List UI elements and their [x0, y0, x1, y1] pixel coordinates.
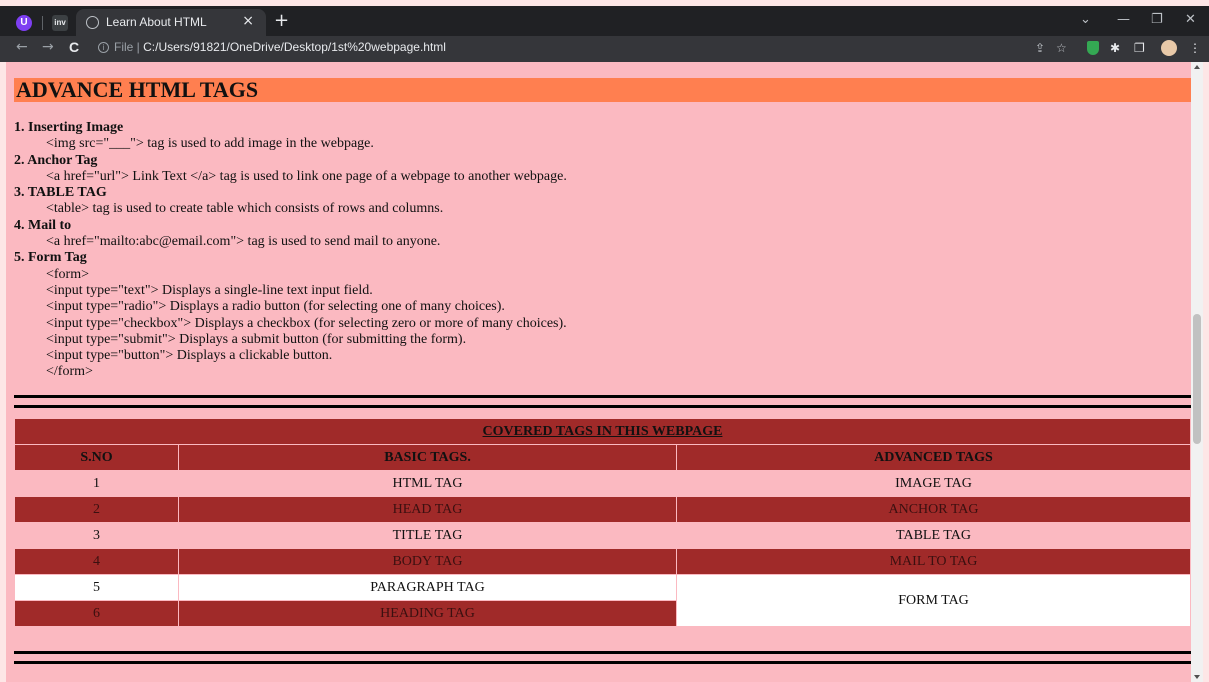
- divider-top-2: [14, 651, 1191, 654]
- divider-bottom: [14, 405, 1191, 408]
- close-window-button[interactable]: ✕: [1185, 12, 1196, 27]
- cell-basic: BODY TAG: [178, 548, 677, 575]
- shield-extension-icon[interactable]: [1087, 41, 1099, 55]
- share-icon[interactable]: ⇪: [1035, 41, 1045, 55]
- cell-sno: 2: [14, 496, 179, 523]
- page-heading: ADVANCE HTML TAGS: [14, 78, 1191, 102]
- table-caption: COVERED TAGS IN THIS WEBPAGE: [14, 418, 1191, 445]
- list-item-description: <input type="button"> Displays a clickab…: [46, 348, 333, 364]
- list-item-title: 4. Mail to: [14, 217, 72, 233]
- bookmark-star-icon[interactable]: ☆: [1056, 41, 1067, 55]
- list-item-description: <input type="checkbox"> Displays a check…: [46, 315, 567, 331]
- table-row: 3 TITLE TAG TABLE TAG: [14, 522, 1191, 549]
- scroll-down-arrow-icon[interactable]: [1194, 675, 1200, 679]
- info-icon[interactable]: i: [98, 42, 109, 53]
- extension-u-icon[interactable]: U: [16, 15, 32, 31]
- list-item-description: <form>: [46, 266, 90, 282]
- new-tab-button[interactable]: +: [274, 12, 289, 30]
- scroll-up-arrow-icon[interactable]: [1194, 65, 1200, 69]
- tab-active[interactable]: Learn About HTML ×: [76, 9, 266, 36]
- covered-tags-table: COVERED TAGS IN THIS WEBPAGE S.NO BASIC …: [14, 418, 1191, 627]
- globe-icon: [86, 16, 99, 29]
- url-scheme-label: File |: [114, 40, 144, 54]
- list-item-title: 1. Inserting Image: [14, 120, 124, 135]
- cell-sno: 1: [14, 470, 179, 497]
- cell-advanced: ANCHOR TAG: [676, 496, 1191, 523]
- list-item-description: <a href="url"> Link Text </a> tag is use…: [46, 168, 567, 184]
- list-item-description: <input type="submit"> Displays a submit …: [46, 331, 467, 347]
- column-header-basic: BASIC TAGS.: [178, 444, 677, 471]
- divider-top: [14, 395, 1191, 398]
- column-header-sno: S.NO: [14, 444, 179, 471]
- cell-sno: 6: [14, 600, 179, 627]
- cell-basic: HTML TAG: [178, 470, 677, 497]
- cell-basic: HEAD TAG: [178, 496, 677, 523]
- table-row: 2 HEAD TAG ANCHOR TAG: [14, 496, 1191, 523]
- reload-button[interactable]: C: [69, 39, 79, 55]
- list-item-description: <input type="radio"> Displays a radio bu…: [46, 299, 505, 315]
- tab-close-icon[interactable]: ×: [242, 13, 254, 29]
- web-page: ADVANCE HTML TAGS 1. Inserting Image <img…: [0, 62, 1209, 682]
- tab-separator: [42, 16, 43, 30]
- tab-search-chevron-icon[interactable]: ⌄: [1080, 12, 1091, 27]
- cell-basic: PARAGRAPH TAG: [178, 574, 677, 601]
- cell-advanced: FORM TAG: [676, 574, 1191, 627]
- profile-avatar[interactable]: [1161, 40, 1177, 56]
- list-item-title: 3. TABLE TAG: [14, 185, 107, 201]
- restore-button[interactable]: ❐: [1151, 12, 1163, 27]
- column-header-advanced: ADVANCED TAGS: [676, 444, 1191, 471]
- forward-button[interactable]: →: [42, 39, 54, 55]
- list-item-description: <table> tag is used to create table whic…: [46, 201, 444, 217]
- back-button[interactable]: ←: [16, 39, 28, 55]
- tab-title: Learn About HTML: [106, 15, 207, 29]
- list-item-title: 5. Form Tag: [14, 250, 87, 266]
- menu-kebab-icon[interactable]: ⋮: [1189, 41, 1201, 55]
- list-item-title: 2. Anchor Tag: [14, 152, 98, 168]
- url-text[interactable]: File | C:/Users/91821/OneDrive/Desktop/1…: [114, 40, 446, 54]
- table-row: 1 HTML TAG IMAGE TAG: [14, 470, 1191, 497]
- list-item-description: <a href="mailto:abc@email.com"> tag is u…: [46, 234, 441, 250]
- cell-basic: HEADING TAG: [178, 600, 677, 627]
- cell-advanced: TABLE TAG: [676, 522, 1191, 549]
- minimize-button[interactable]: —: [1117, 12, 1130, 27]
- side-panel-icon[interactable]: ❐: [1134, 41, 1145, 55]
- table-row: 5 PARAGRAPH TAG FORM TAG: [14, 574, 1191, 627]
- cell-sno: 4: [14, 548, 179, 575]
- scroll-thumb[interactable]: [1193, 314, 1201, 444]
- extension-inv-icon[interactable]: inv: [52, 15, 68, 31]
- cell-advanced: IMAGE TAG: [676, 470, 1191, 497]
- cell-basic: TITLE TAG: [178, 522, 677, 549]
- table-row: 4 BODY TAG MAIL TO TAG: [14, 548, 1191, 575]
- url-path: C:/Users/91821/OneDrive/Desktop/1st%20we…: [143, 40, 446, 54]
- browser-toolbar: ← → C i File | C:/Users/91821/OneDrive/D…: [0, 36, 1209, 62]
- list-item-description: <img src="___"> tag is used to add image…: [46, 136, 374, 152]
- cell-sno: 5: [14, 574, 179, 601]
- address-bar[interactable]: i File | C:/Users/91821/OneDrive/Desktop…: [92, 37, 1092, 59]
- cell-advanced: MAIL TO TAG: [676, 548, 1191, 575]
- tab-strip: U inv Learn About HTML × + ⌄ — ❐ ✕: [0, 0, 1209, 36]
- cell-sno: 3: [14, 522, 179, 549]
- advanced-tags-list: 1. Inserting Image <img src="___"> tag is…: [14, 120, 1184, 381]
- list-item-description: </form>: [46, 364, 93, 380]
- vertical-scrollbar[interactable]: [1191, 62, 1203, 682]
- list-item-description: <input type="text"> Displays a single-li…: [46, 282, 373, 298]
- extensions-puzzle-icon[interactable]: ✱: [1110, 41, 1120, 55]
- divider-bottom-2: [14, 661, 1191, 664]
